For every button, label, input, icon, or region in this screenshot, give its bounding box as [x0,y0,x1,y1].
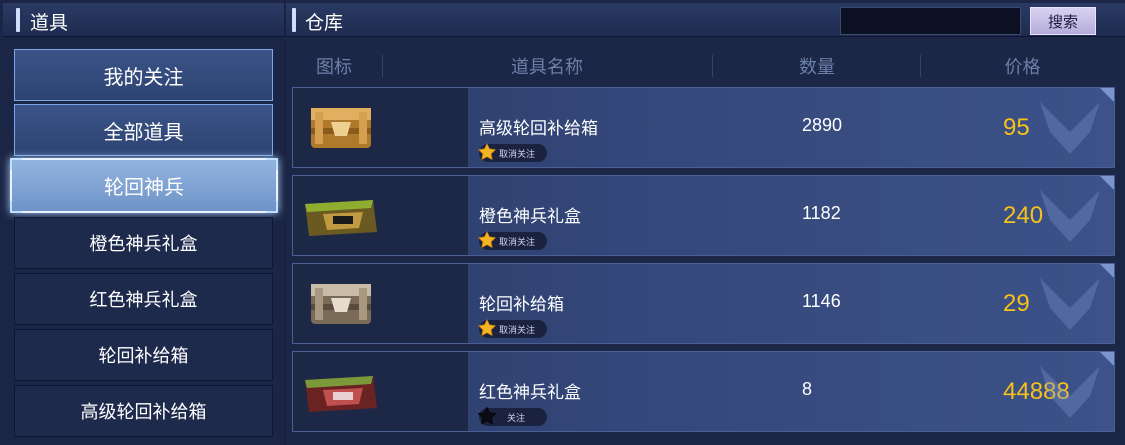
corner-decor [1100,352,1114,366]
column-header-price: 价格 [1004,57,1041,78]
favorite-label: 取消关注 [499,325,536,336]
item-name: 轮回补给箱 [479,295,564,315]
category-all-items[interactable]: 全部道具 [14,104,273,156]
category-label: 全部道具 [103,119,184,144]
favorite-label: 取消关注 [499,149,536,160]
category-panel-title: 道具 [30,12,69,34]
item-row[interactable]: 红色神兵礼盒 关注 8 44888 [292,351,1115,432]
wing-emblem-icon [1040,366,1100,418]
star-icon [477,406,497,425]
star-icon [477,318,497,337]
category-panel: 道具 我的关注 全部道具 轮回神兵 橙色神兵礼盒 红色神兵礼盒 轮回补给箱 高级… [0,0,284,445]
star-icon [477,230,497,249]
wing-emblem-icon [1040,190,1100,242]
category-my-favorites[interactable]: 我的关注 [14,49,273,101]
item-price: 95 [1003,114,1030,141]
item-row[interactable]: 高级轮回补给箱 取消关注 2890 95 [292,87,1115,168]
item-icon-cell [293,264,468,343]
favorite-button[interactable]: 关注 [477,406,547,426]
silver-crate-icon [311,284,371,324]
category-label: 我的关注 [103,64,184,89]
corner-decor [1100,88,1114,102]
category-label: 高级轮回补给箱 [80,402,207,423]
category-red-gift-box[interactable]: 红色神兵礼盒 [14,273,273,325]
item-quantity: 1182 [802,203,841,223]
corner-decor [1100,264,1114,278]
category-samsara-weapons[interactable]: 轮回神兵 [10,158,278,213]
unfavorite-button[interactable]: 取消关注 [477,230,547,250]
column-header-icon: 图标 [316,57,352,78]
item-row[interactable]: 轮回补给箱 取消关注 1146 29 [292,263,1115,344]
red-gift-box-icon [305,376,377,412]
category-label: 橙色神兵礼盒 [89,234,198,255]
item-icon-cell [293,352,468,431]
corner-decor [10,158,22,170]
item-quantity: 8 [802,379,813,399]
unfavorite-button[interactable]: 取消关注 [477,142,547,162]
header-accent-bar [16,8,20,32]
star-icon [477,142,497,161]
category-label: 轮回补给箱 [98,346,189,367]
item-quantity: 1146 [802,291,841,311]
item-icon-cell [293,176,468,255]
favorite-label: 关注 [507,413,526,424]
unfavorite-button[interactable]: 取消关注 [477,318,547,338]
corner-decor [266,158,278,170]
corner-decor [10,201,22,213]
category-panel-header: 道具 [3,3,284,37]
column-header-name: 道具名称 [511,57,583,78]
category-supply-crate[interactable]: 轮回补给箱 [14,329,273,381]
item-name: 红色神兵礼盒 [479,383,581,403]
favorite-label: 取消关注 [499,237,536,248]
wing-emblem-icon [1040,278,1100,330]
wing-emblem-icon [1040,102,1100,154]
category-label: 轮回神兵 [104,175,184,199]
item-quantity: 2890 [802,115,843,135]
corner-decor [1100,176,1114,190]
item-row[interactable]: 橙色神兵礼盒 取消关注 1182 240 [292,175,1115,256]
item-name: 高级轮回补给箱 [479,119,598,139]
item-price: 29 [1003,290,1030,317]
corner-decor [266,201,278,213]
category-advanced-supply-crate[interactable]: 高级轮回补给箱 [14,385,273,437]
category-label: 红色神兵礼盒 [89,290,198,311]
warehouse-panel: 仓库 搜索 图标 道具名称 数量 价格 高级轮回补给箱 取消关注 2890 95… [286,0,1125,445]
item-icon-cell [293,88,468,167]
category-orange-gift-box[interactable]: 橙色神兵礼盒 [14,217,273,269]
item-name: 橙色神兵礼盒 [479,207,581,227]
orange-gift-box-icon [305,200,377,236]
gold-crate-icon [311,108,371,148]
table-header: 图标 道具名称 数量 价格 [286,0,1125,90]
column-header-quantity: 数量 [799,57,835,78]
